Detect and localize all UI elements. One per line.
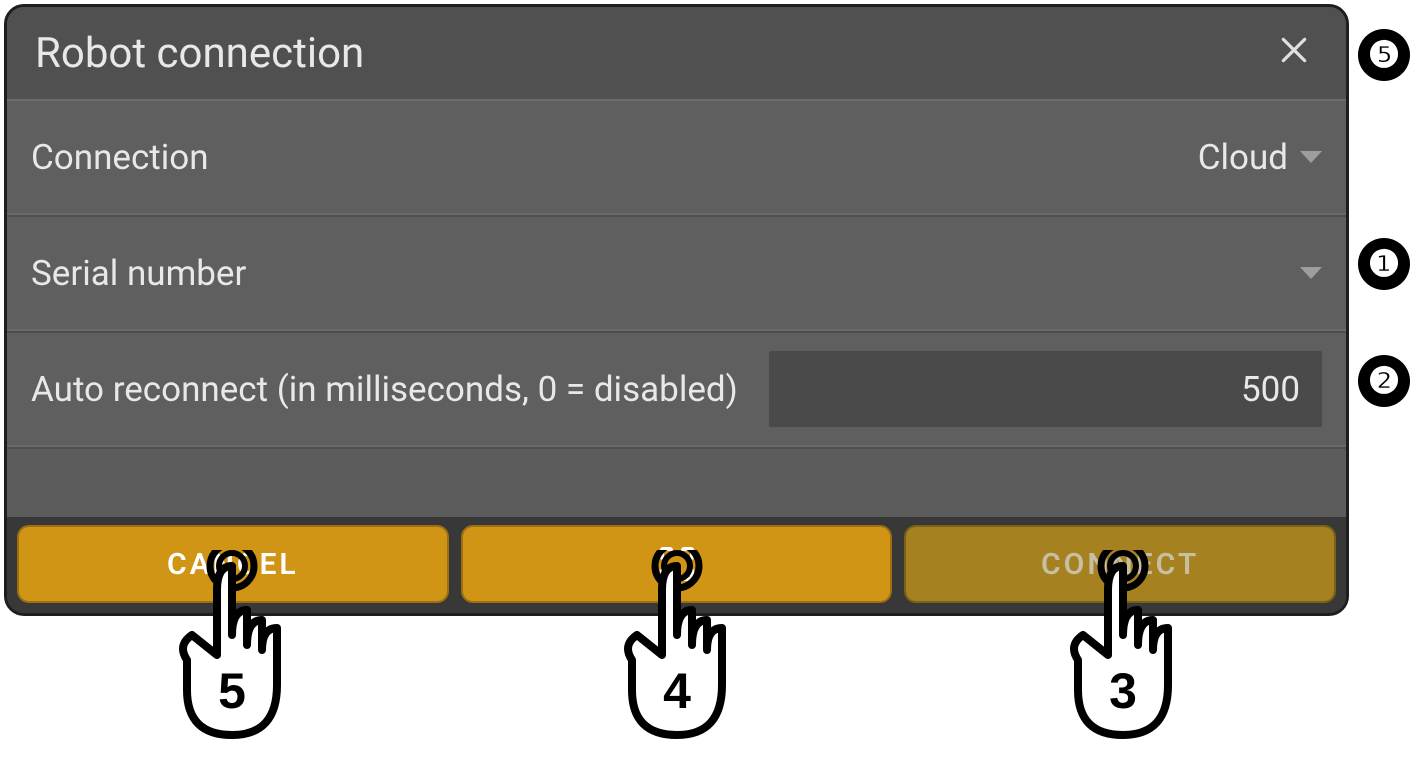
connection-dropdown[interactable]: Cloud bbox=[1198, 137, 1322, 178]
row-serial[interactable]: Serial number bbox=[7, 215, 1346, 331]
reconnect-input[interactable]: 500 bbox=[769, 351, 1322, 427]
dialog-body: Connection Cloud Serial number Auto reco… bbox=[7, 99, 1346, 517]
hand-annotation-3: 3 bbox=[1038, 550, 1208, 755]
chevron-down-icon bbox=[1300, 151, 1322, 163]
callout-5-close: ❺ bbox=[1358, 29, 1410, 81]
serial-label: Serial number bbox=[31, 253, 246, 294]
reconnect-label: Auto reconnect (in milliseconds, 0 = dis… bbox=[31, 369, 738, 410]
callout-1-serial: ❶ bbox=[1358, 238, 1410, 290]
hand-number-3: 3 bbox=[1038, 662, 1208, 720]
row-reconnect: Auto reconnect (in milliseconds, 0 = dis… bbox=[7, 331, 1346, 447]
hand-number-4: 4 bbox=[592, 662, 762, 720]
connection-label: Connection bbox=[31, 137, 209, 178]
reconnect-value: 500 bbox=[1241, 369, 1300, 410]
row-connection[interactable]: Connection Cloud bbox=[7, 99, 1346, 215]
robot-connection-dialog: Robot connection Connection Cloud Serial… bbox=[4, 4, 1349, 616]
hand-annotation-4: 4 bbox=[592, 550, 762, 755]
chevron-down-icon bbox=[1300, 267, 1322, 279]
hand-annotation-5: 5 bbox=[147, 550, 317, 755]
serial-dropdown[interactable] bbox=[1288, 267, 1322, 279]
close-icon[interactable] bbox=[1270, 25, 1318, 81]
dialog-spacer bbox=[7, 447, 1346, 517]
connection-value: Cloud bbox=[1198, 137, 1288, 178]
hand-number-5: 5 bbox=[147, 662, 317, 720]
dialog-titlebar: Robot connection bbox=[7, 7, 1346, 99]
callout-2-reconnect: ❷ bbox=[1358, 355, 1410, 407]
dialog-title: Robot connection bbox=[35, 29, 364, 78]
